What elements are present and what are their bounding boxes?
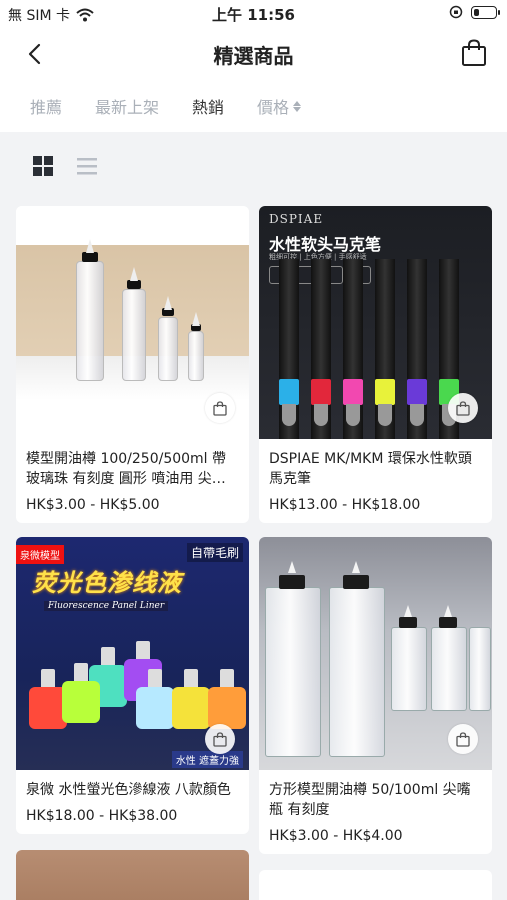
nav-bar: 精選商品	[0, 28, 507, 80]
status-bar: 無 SIM 卡 上午 11:56	[0, 0, 507, 28]
add-to-cart-button[interactable]	[205, 724, 235, 754]
tab-newest[interactable]: 最新上架	[95, 94, 159, 118]
image-bottom-text: 水性 遮蓋力強	[171, 751, 243, 768]
product-name: DSPIAE MK/MKM 環保水性軟頭馬克筆	[269, 451, 472, 487]
list-view-icon[interactable]	[76, 155, 98, 177]
battery-level	[474, 8, 479, 16]
shopping-bag-icon	[213, 400, 227, 416]
sort-arrows-icon	[293, 100, 302, 112]
product-image: 泉微模型 自帶毛刷 荧光色渗线液 Fluorescence Panel Line…	[16, 537, 249, 770]
battery-icon	[471, 5, 500, 19]
add-to-cart-button[interactable]	[205, 393, 235, 423]
product-card[interactable]	[259, 870, 492, 900]
product-image: DSPIAE 水性软头马克笔 粗细可控 | 上色方便 | 手感舒适	[259, 206, 492, 439]
tab-label: 價格	[257, 98, 290, 117]
product-card[interactable]	[16, 850, 249, 900]
product-image	[16, 206, 249, 439]
product-price: HK$18.00 - HK$38.00	[26, 808, 178, 824]
image-tag-text: 自帶毛刷	[186, 543, 243, 562]
product-price: HK$3.00 - HK$4.00	[269, 828, 403, 844]
grid-view-icon[interactable]	[32, 155, 54, 177]
product-image	[259, 537, 492, 770]
image-title-text: 荧光色渗线液	[32, 569, 182, 597]
orientation-lock-icon	[449, 5, 463, 19]
tab-label: 推薦	[30, 98, 63, 117]
status-right	[449, 5, 500, 19]
shopping-bag-icon	[456, 400, 470, 416]
image-corner-text: 泉微模型	[16, 545, 64, 564]
product-name: 模型開油樽 100/250/500ml 帶玻璃珠 有刻度 圓形 噴油用 尖…	[26, 451, 227, 487]
cart-button[interactable]	[457, 36, 491, 70]
tab-recommended[interactable]: 推薦	[30, 94, 62, 118]
shopping-bag-icon	[456, 731, 470, 747]
product-price: HK$13.00 - HK$18.00	[269, 497, 421, 513]
product-card[interactable]: 泉微模型 自帶毛刷 荧光色渗线液 Fluorescence Panel Line…	[16, 537, 249, 834]
product-image	[16, 850, 249, 900]
product-card[interactable]: 方形模型開油樽 50/100ml 尖嘴瓶 有刻度 HK$3.00 - HK$4.…	[259, 537, 492, 854]
status-time: 上午 11:56	[212, 6, 295, 24]
tab-best-selling[interactable]: 熱銷	[192, 94, 224, 118]
product-card[interactable]: 模型開油樽 100/250/500ml 帶玻璃珠 有刻度 圓形 噴油用 尖… H…	[16, 206, 249, 523]
shopping-bag-icon	[213, 731, 227, 747]
tab-price[interactable]: 價格	[257, 94, 302, 118]
image-english-text: Fluorescence Panel Liner	[44, 601, 169, 611]
tab-label: 最新上架	[95, 98, 160, 117]
product-price: HK$3.00 - HK$5.00	[26, 497, 160, 513]
image-brand-text: DSPIAE	[269, 212, 324, 226]
view-toggle	[32, 155, 98, 177]
add-to-cart-button[interactable]	[448, 724, 478, 754]
product-card[interactable]: DSPIAE 水性软头马克笔 粗细可控 | 上色方便 | 手感舒适 DSPIAE…	[259, 206, 492, 523]
add-to-cart-button[interactable]	[448, 393, 478, 423]
sort-tabs: 推薦 最新上架 熱銷 價格	[0, 80, 507, 132]
product-name: 方形模型開油樽 50/100ml 尖嘴瓶 有刻度	[269, 782, 471, 818]
shopping-bag-icon	[462, 39, 486, 66]
page-title: 精選商品	[213, 44, 294, 68]
product-name: 泉微 水性螢光色滲線液 八款顏色	[26, 782, 231, 798]
tab-label: 熱銷	[192, 98, 225, 117]
